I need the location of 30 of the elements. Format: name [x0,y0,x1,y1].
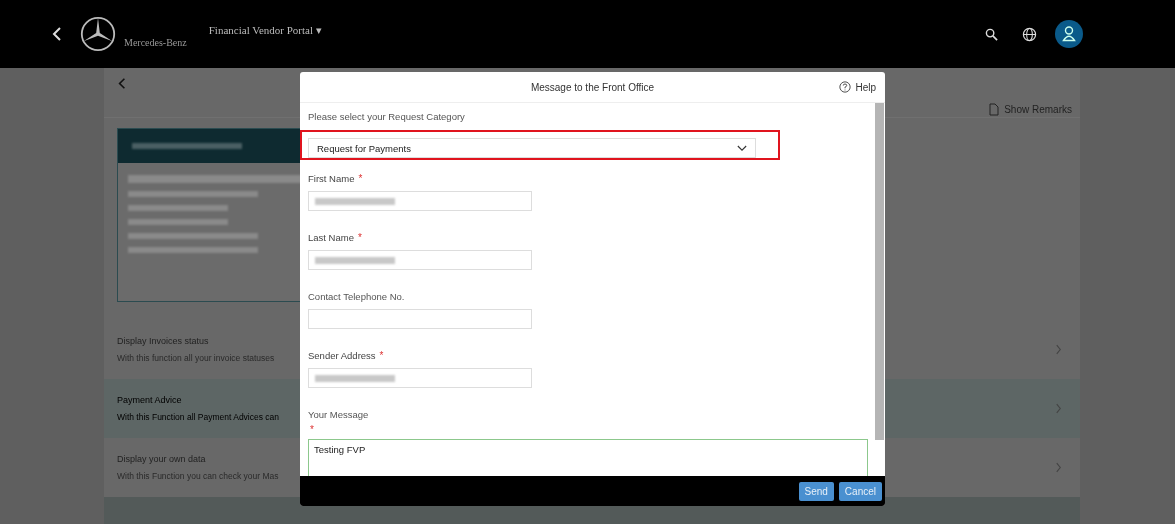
chevron-right-icon [1055,462,1062,473]
field-label: First Name [308,173,356,184]
text-input[interactable] [308,309,532,329]
user-avatar-icon[interactable] [1055,20,1083,48]
field-label: Your Message [308,409,369,420]
text-input[interactable] [308,191,532,211]
field-label: Please select your Request Category [308,111,466,122]
field-label: Last Name [308,232,355,243]
chevron-down-icon [737,144,747,152]
category-dropdown[interactable]: Request for Payments [308,138,756,158]
globe-icon[interactable] [1022,26,1037,42]
brand-name: Mercedes-Benz [124,37,187,48]
required-mark: * [358,173,363,184]
text-input[interactable] [308,250,532,270]
chevron-right-icon [1055,344,1062,355]
text-input[interactable] [308,368,532,388]
field-label: Sender Address [308,350,377,361]
dialog-title: Message to the Front Office [530,81,655,93]
search-icon[interactable] [985,27,998,41]
required-mark: * [357,232,362,243]
portal-menu[interactable]: Financial Vendor Portal ▾ [208,23,322,37]
chevron-right-icon [1055,403,1062,414]
star-logo-icon [80,16,116,52]
required-mark: * [379,350,384,361]
help-link[interactable]: Help [855,81,876,93]
help-icon[interactable] [839,81,852,93]
required-mark: * [310,424,315,435]
field-label: Contact Telephone No. [308,291,405,302]
document-icon [989,103,1000,116]
scrollbar[interactable] [875,103,884,440]
